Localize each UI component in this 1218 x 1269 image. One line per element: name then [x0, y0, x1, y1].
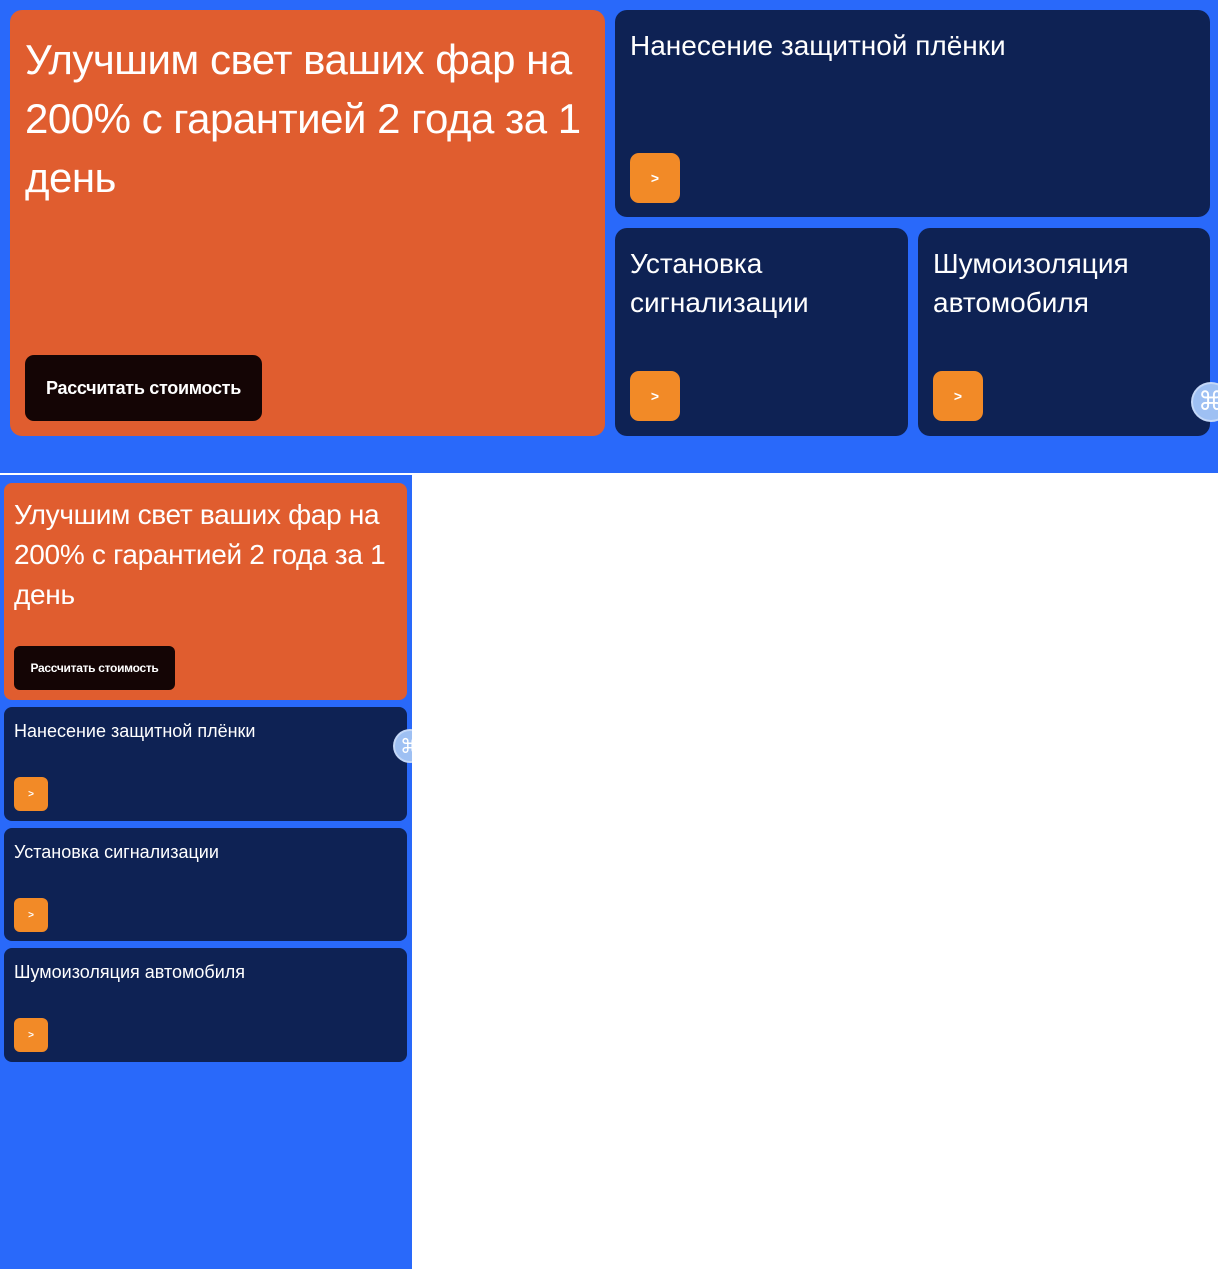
mobile-section: Улучшим свет ваших фар на 200% с гаранти…: [0, 475, 412, 1269]
service-title: Установка сигнализации: [14, 842, 219, 862]
service-title: Шумоизоляция автомобиля: [933, 248, 1129, 318]
service-arrow-button[interactable]: >: [630, 153, 680, 203]
calculate-cost-button[interactable]: Рассчитать стоимость: [25, 355, 262, 421]
hero-card: Улучшим свет ваших фар на 200% с гаранти…: [4, 483, 407, 700]
service-arrow-button[interactable]: >: [14, 898, 48, 932]
calculate-cost-button[interactable]: Рассчитать стоимость: [14, 646, 175, 690]
service-arrow-button[interactable]: >: [14, 777, 48, 811]
hero-title: Улучшим свет ваших фар на 200% с гаранти…: [25, 36, 581, 201]
service-card-film[interactable]: Нанесение защитной плёнки >: [4, 707, 407, 821]
service-card-alarm[interactable]: Установка сигнализации >: [4, 828, 407, 941]
service-card-alarm[interactable]: Установка сигнализации >: [615, 228, 908, 436]
service-title: Нанесение защитной плёнки: [14, 721, 256, 741]
service-arrow-button[interactable]: >: [630, 371, 680, 421]
service-arrow-button[interactable]: >: [933, 371, 983, 421]
service-card-soundproofing[interactable]: Шумоизоляция автомобиля >: [4, 948, 407, 1062]
service-title: Установка сигнализации: [630, 248, 809, 318]
service-card-film[interactable]: Нанесение защитной плёнки >: [615, 10, 1210, 217]
service-card-soundproofing[interactable]: Шумоизоляция автомобиля >: [918, 228, 1210, 436]
service-title: Нанесение защитной плёнки: [630, 30, 1006, 61]
desktop-section: Улучшим свет ваших фар на 200% с гаранти…: [0, 0, 1218, 473]
hero-title: Улучшим свет ваших фар на 200% с гаранти…: [14, 499, 386, 610]
service-arrow-button[interactable]: >: [14, 1018, 48, 1052]
hero-card: Улучшим свет ваших фар на 200% с гаранти…: [10, 10, 605, 436]
service-title: Шумоизоляция автомобиля: [14, 962, 245, 982]
